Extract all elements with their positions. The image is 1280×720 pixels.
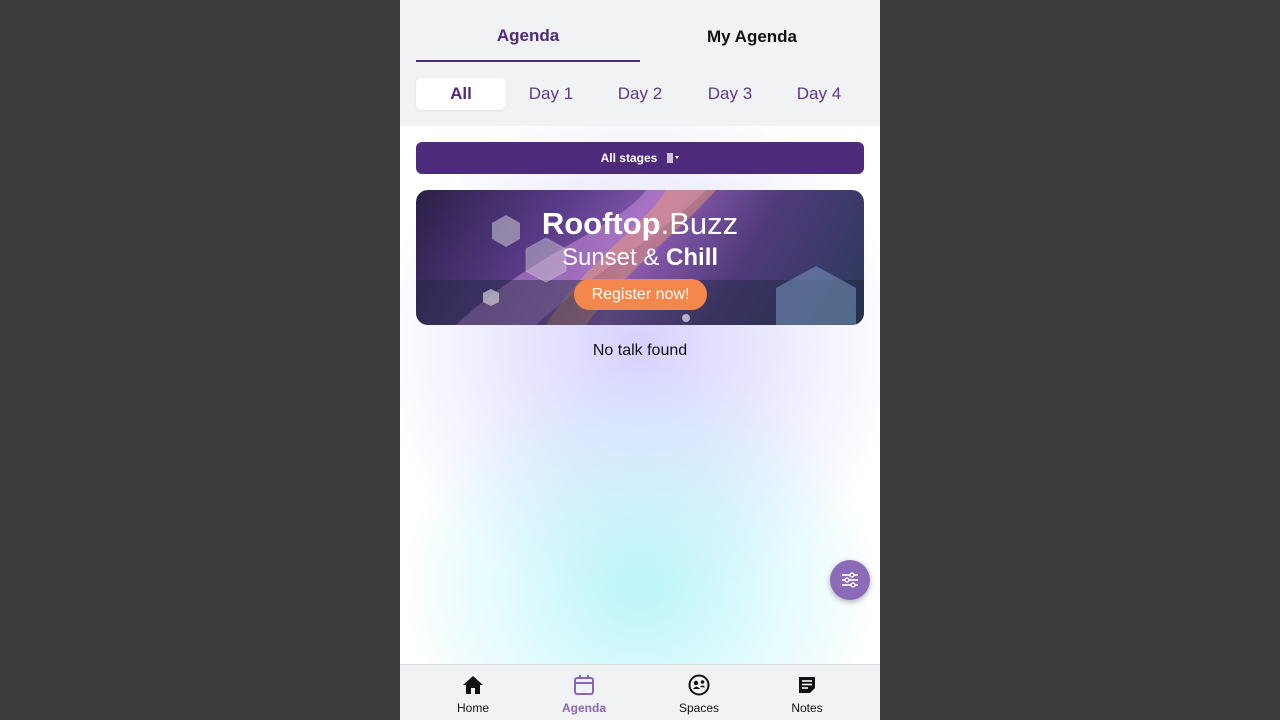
nav-agenda-label: Agenda [561, 701, 606, 715]
nav-notes[interactable]: Notes [752, 665, 862, 720]
nav-spaces[interactable]: Spaces [644, 665, 754, 720]
nav-home[interactable]: Home [418, 665, 528, 720]
day-4[interactable]: Day 4 [774, 78, 864, 110]
notes-icon [797, 673, 817, 697]
nav-spaces-label: Spaces [678, 701, 720, 715]
day-1[interactable]: Day 1 [506, 78, 596, 110]
day-filter: All Day 1 Day 2 Day 3 Day 4 [416, 78, 864, 110]
day-3[interactable]: Day 3 [685, 78, 775, 110]
nav-notes-label: Notes [791, 701, 823, 715]
day-all[interactable]: All [416, 78, 506, 110]
register-button[interactable]: Register now! [574, 279, 707, 310]
nav-agenda[interactable]: Agenda [529, 665, 639, 720]
agenda-tabs: Agenda My Agenda [416, 12, 864, 62]
promo-banner[interactable]: Rooftop.Buzz Sunset & Chill Register now… [416, 190, 864, 325]
filter-settings-button[interactable] [830, 560, 870, 600]
banner-title: Rooftop.Buzz [541, 206, 739, 241]
nav-home-label: Home [456, 701, 489, 715]
stages-dropdown[interactable]: All stages [416, 142, 864, 174]
agenda-content: All stages Rooftop.Buzz Sunset & Chill R… [400, 126, 880, 664]
tab-agenda[interactable]: Agenda [416, 12, 640, 62]
app-screen: Agenda My Agenda All Day 1 Day 2 Day 3 D… [400, 0, 880, 720]
bottom-nav: Home Agenda Spaces Notes [400, 664, 880, 720]
agenda-header: Agenda My Agenda All Day 1 Day 2 Day 3 D… [400, 0, 880, 126]
tab-my-agenda[interactable]: My Agenda [640, 12, 864, 62]
calendar-icon [573, 673, 595, 697]
day-2[interactable]: Day 2 [595, 78, 685, 110]
sliders-icon [842, 572, 858, 588]
dropdown-caret-icon [667, 153, 680, 163]
home-icon [462, 673, 484, 697]
spaces-icon [688, 673, 710, 697]
banner-subtitle: Sunset & Chill [561, 244, 719, 271]
empty-state-message: No talk found [592, 342, 688, 359]
stages-label: All stages [600, 151, 658, 165]
